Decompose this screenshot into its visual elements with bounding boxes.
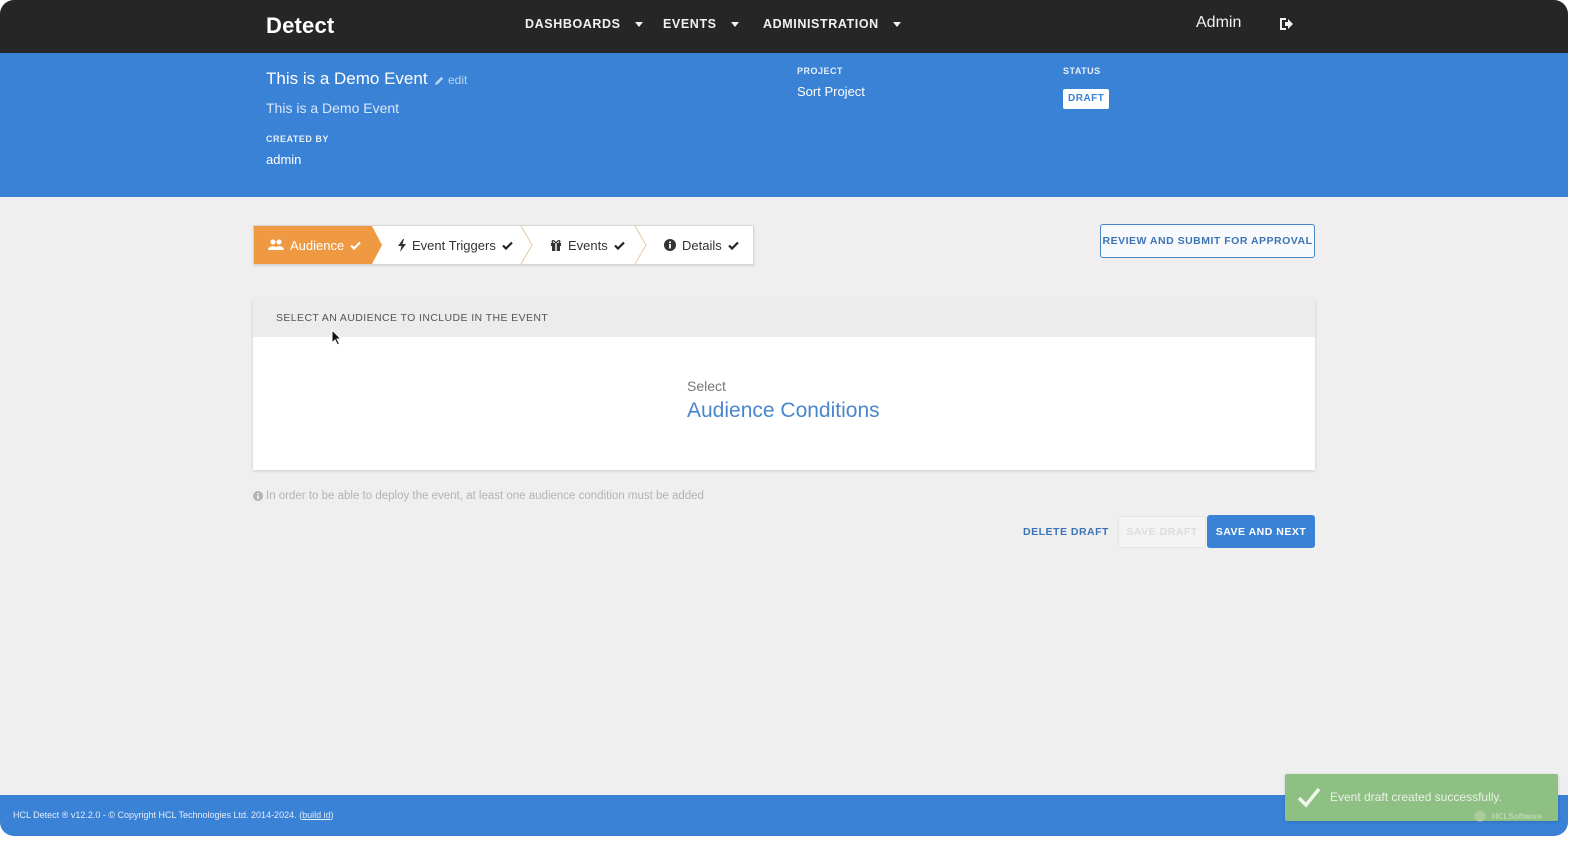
edit-link[interactable]: edit xyxy=(434,73,467,87)
step-details[interactable]: Details xyxy=(664,226,739,264)
created-by-value: admin xyxy=(266,152,302,167)
nav-events[interactable]: EVENTS xyxy=(663,17,739,31)
event-title: This is a Demo Event xyxy=(266,69,428,88)
chevron-down-icon xyxy=(892,21,901,27)
hcl-logo-icon xyxy=(1474,810,1486,822)
app-window: Detect DASHBOARDS EVENTS ADMINISTRATION … xyxy=(0,0,1568,836)
step-divider xyxy=(520,226,533,264)
step-details-label: Details xyxy=(682,237,722,253)
footer-copyright: HCL Detect ® v12.2.0 - © Copyright HCL T… xyxy=(13,810,303,820)
hcl-brand-text: HCLSoftware xyxy=(1492,811,1543,821)
bolt-icon xyxy=(398,238,406,252)
step-event-triggers-label: Event Triggers xyxy=(412,237,496,253)
wizard-steps: Audience Event Triggers Events Details xyxy=(253,225,754,265)
step-audience-label: Audience xyxy=(290,237,345,253)
logout-icon[interactable] xyxy=(1278,16,1294,32)
nav-administration[interactable]: ADMINISTRATION xyxy=(763,17,901,31)
top-navbar: Detect DASHBOARDS EVENTS ADMINISTRATION … xyxy=(0,0,1568,53)
app-logo[interactable]: Detect xyxy=(266,13,334,39)
footer-text: HCL Detect ® v12.2.0 - © Copyright HCL T… xyxy=(13,810,334,820)
pencil-icon xyxy=(434,76,444,85)
step-event-triggers[interactable]: Event Triggers xyxy=(398,226,513,264)
created-by-label: CREATED BY xyxy=(266,134,329,144)
status-label: STATUS xyxy=(1063,66,1101,76)
info-icon xyxy=(664,239,676,251)
edit-label: edit xyxy=(448,73,468,87)
delete-draft-button[interactable]: DELETE DRAFT xyxy=(1020,516,1112,548)
chevron-down-icon xyxy=(634,21,643,27)
event-description: This is a Demo Event xyxy=(266,100,400,116)
mouse-cursor-icon xyxy=(331,329,343,346)
audience-conditions-link[interactable]: Audience Conditions xyxy=(687,399,880,423)
user-name[interactable]: Admin xyxy=(1196,14,1241,32)
toast-message: Event draft created successfully. xyxy=(1330,790,1502,804)
project-label: PROJECT xyxy=(797,66,844,76)
nav-dashboards[interactable]: DASHBOARDS xyxy=(525,17,643,31)
nav-administration-label: ADMINISTRATION xyxy=(763,17,879,31)
select-label: Select xyxy=(687,378,726,394)
nav-dashboards-label: DASHBOARDS xyxy=(525,17,621,31)
info-note-text: In order to be able to deploy the event,… xyxy=(266,490,704,502)
footer-suffix: ) xyxy=(330,810,334,820)
panel-header: SELECT AN AUDIENCE TO INCLUDE IN THE EVE… xyxy=(253,298,1315,337)
chevron-down-icon xyxy=(730,21,739,27)
check-icon xyxy=(502,241,513,250)
check-icon xyxy=(1297,787,1321,808)
nav-events-label: EVENTS xyxy=(663,17,717,31)
save-draft-button[interactable]: SAVE DRAFT xyxy=(1118,516,1206,548)
gift-icon xyxy=(551,240,561,251)
project-value: Sort Project xyxy=(797,84,865,99)
status-badge: DRAFT xyxy=(1063,89,1110,109)
build-id-link[interactable]: build id xyxy=(302,810,331,820)
save-and-next-button[interactable]: SAVE AND NEXT xyxy=(1207,515,1315,548)
step-events[interactable]: Events xyxy=(550,226,625,264)
step-divider xyxy=(634,226,647,264)
step-events-label: Events xyxy=(568,237,608,253)
check-icon xyxy=(613,241,625,250)
check-icon xyxy=(350,241,361,250)
users-icon xyxy=(268,239,284,250)
info-icon xyxy=(253,491,263,501)
step-audience[interactable]: Audience xyxy=(254,226,382,264)
check-icon xyxy=(727,241,739,250)
review-submit-button[interactable]: REVIEW AND SUBMIT FOR APPROVAL xyxy=(1100,224,1315,258)
info-note: In order to be able to deploy the event,… xyxy=(253,490,704,502)
audience-panel: SELECT AN AUDIENCE TO INCLUDE IN THE EVE… xyxy=(253,298,1315,470)
event-header: This is a Demo Event edit This is a Demo… xyxy=(0,53,1568,197)
hcl-software-logo: HCLSoftware xyxy=(1474,810,1542,822)
panel-title: SELECT AN AUDIENCE TO INCLUDE IN THE EVE… xyxy=(276,312,549,324)
